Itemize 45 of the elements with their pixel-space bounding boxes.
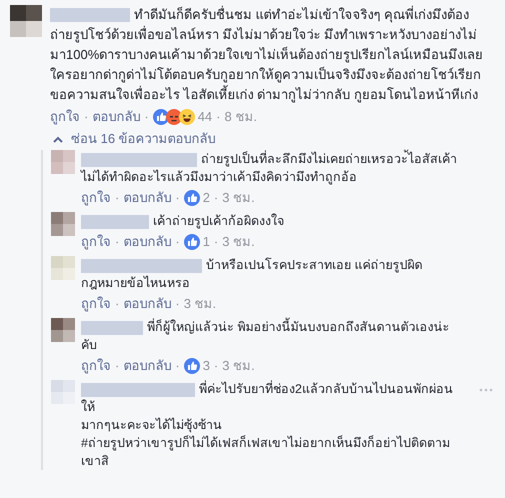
reply-link[interactable]: ตอบกลับ: [123, 295, 172, 313]
thumbs-up-icon: [152, 109, 169, 125]
separator-dot: ·: [174, 295, 181, 313]
thumbs-up-icon: [184, 358, 200, 374]
timestamp[interactable]: 3 ชม.: [222, 189, 255, 207]
reaction-count[interactable]: 3: [202, 357, 210, 375]
separator-dot: ·: [83, 108, 90, 126]
laughing-face-icon: [178, 109, 195, 125]
separator-dot: ·: [143, 108, 150, 126]
reply-link[interactable]: ตอบกลับ: [123, 357, 172, 375]
reaction-count[interactable]: 2: [202, 189, 210, 207]
comment-text: ถ่ายรูปเป็นที่ละลึกมึงไม่เคยถ่ายเหรอวะ้ไอสัสเค้าไม่ได้ทำผิดอะไรแล้วมึงมาว่าเค้ามึงคิดว่ามึงทำถูกอ้อ: [81, 150, 459, 186]
like-link[interactable]: ถูกใจ: [81, 295, 111, 313]
timestamp[interactable]: 3 ชม.: [222, 357, 255, 375]
like-link[interactable]: ถูกใจ: [50, 108, 80, 126]
angry-face-icon: [166, 109, 182, 125]
reaction-count[interactable]: 1: [202, 233, 210, 251]
reply-link[interactable]: ตอบกลับ: [123, 189, 172, 207]
separator-dot: ·: [114, 233, 120, 251]
reply-link[interactable]: ตอบกลับ: [92, 108, 140, 126]
like-link[interactable]: ถูกใจ: [81, 357, 111, 375]
separator-dot: ·: [114, 295, 120, 313]
thumbs-up-icon: [184, 234, 200, 250]
separator-dot: ·: [114, 189, 120, 207]
separator-dot: ·: [215, 108, 222, 126]
separator-dot: ·: [212, 233, 220, 251]
separator-dot: ·: [212, 357, 220, 375]
separator-dot: ·: [114, 357, 120, 375]
reaction-count[interactable]: 44: [198, 108, 212, 126]
timestamp[interactable]: 8 ชม.: [224, 108, 257, 126]
reply-link[interactable]: ตอบกลับ: [123, 233, 172, 251]
thumbs-up-icon: [184, 190, 200, 206]
timestamp[interactable]: 3 ชม.: [222, 233, 255, 251]
separator-dot: ·: [174, 357, 181, 375]
like-link[interactable]: ถูกใจ: [81, 233, 111, 251]
avatar[interactable]: [10, 5, 42, 37]
timestamp[interactable]: 3 ชม.: [184, 295, 216, 313]
like-link[interactable]: ถูกใจ: [81, 189, 111, 207]
separator-dot: ·: [174, 233, 181, 251]
separator-dot: ·: [174, 189, 181, 207]
separator-dot: ·: [212, 189, 220, 207]
chevron-up-icon: [53, 136, 63, 142]
hide-replies-link[interactable]: ซ่อน 16 ข้อความตอบกลับ: [53, 130, 495, 148]
comment-text: ทำดีมันก็ดีครับชื่นชม แต่ทำอ่ะไม่เข้าใจจริงๆ คุณพี่เก่งมึงต้องถ่ายรูปโชว์ด้วยเพื่อขอไลน์หรา มึงไม่มาด้วยใจว่ะ มึงทำเพราะหวังบางอย่างไม่มา100%ดาราบางคนเค้ามาด้วยใจเขาไม่เห็นต้องถ่ายรูปเรียกไลน์เหมือนมึงเลย ใครอยากด่ากูด่าไม่โต้ตอบครับกูอยากให้ดูความเป็นจริงมึงจะต้องถ่ายโชว์เรียกขอความสนใจเพื่ออะไร ไอสัดเหี้ยเก่ง ด่ามากูไม่ว่ากลับ กูยอมโดนไอหน้าหีเก่ง: [50, 5, 485, 105]
more-options-icon[interactable]: [479, 388, 493, 392]
